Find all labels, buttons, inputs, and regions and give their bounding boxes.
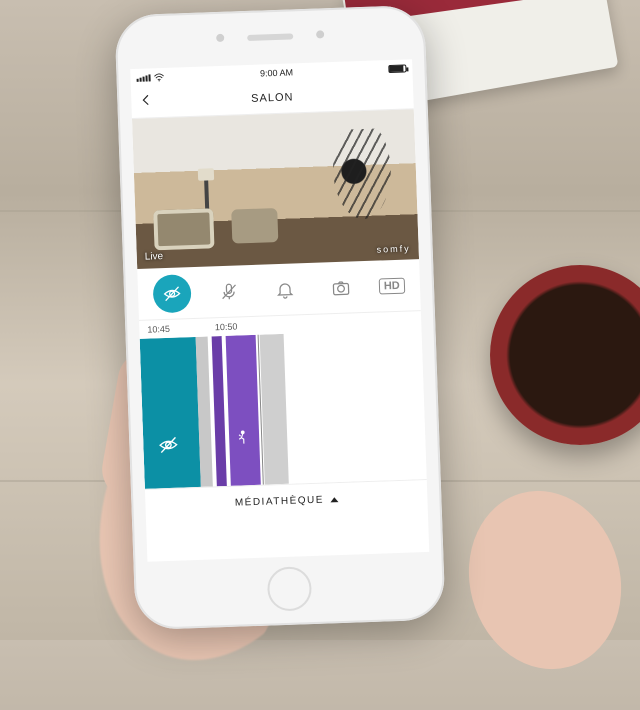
phone-frame: 9:00 AM SALON Live somfy: [114, 5, 445, 630]
home-button[interactable]: [267, 566, 313, 612]
scene-sofa: [153, 208, 214, 250]
tick-label: 10:45: [147, 324, 170, 335]
scene-chair: [231, 208, 278, 244]
bell-icon: [275, 279, 296, 300]
media-label: MÉDIATHÈQUE: [235, 495, 324, 509]
brand-label: somfy: [376, 243, 410, 254]
page-title: SALON: [251, 91, 294, 104]
timeline-segment-motion[interactable]: [226, 335, 261, 486]
camera-icon: [331, 277, 352, 298]
back-button[interactable]: [139, 92, 154, 111]
timeline-segment-privacy[interactable]: [140, 337, 201, 489]
phone-sensor: [316, 30, 324, 38]
privacy-segment-icon: [157, 434, 180, 462]
caret-up-icon: [330, 497, 338, 502]
signal-icon: [136, 74, 150, 81]
snapshot-button[interactable]: [322, 268, 361, 307]
timeline[interactable]: [140, 329, 427, 489]
mic-off-icon: [218, 281, 239, 302]
motion-segment-icon: [233, 429, 252, 453]
background-hand-right: [449, 474, 640, 687]
phone-speaker: [247, 33, 293, 41]
screen: 9:00 AM SALON Live somfy: [130, 59, 429, 562]
mic-mute-button[interactable]: [209, 272, 248, 311]
tick-label: 10:50: [215, 321, 238, 332]
privacy-toggle[interactable]: [153, 274, 192, 313]
battery-icon: [388, 64, 406, 73]
phone-front-camera: [216, 34, 224, 42]
live-label: Live: [145, 251, 164, 263]
eye-off-icon: [162, 283, 183, 304]
hd-toggle[interactable]: HD: [379, 277, 405, 294]
background-coffee-mug: [490, 265, 640, 445]
status-time: 9:00 AM: [260, 67, 293, 78]
timeline-segment-motion[interactable]: [212, 336, 227, 486]
camera-live-view[interactable]: Live somfy: [132, 109, 419, 269]
wifi-icon: [153, 72, 164, 81]
alert-button[interactable]: [265, 270, 304, 309]
timeline-segment-idle[interactable]: [260, 334, 289, 485]
